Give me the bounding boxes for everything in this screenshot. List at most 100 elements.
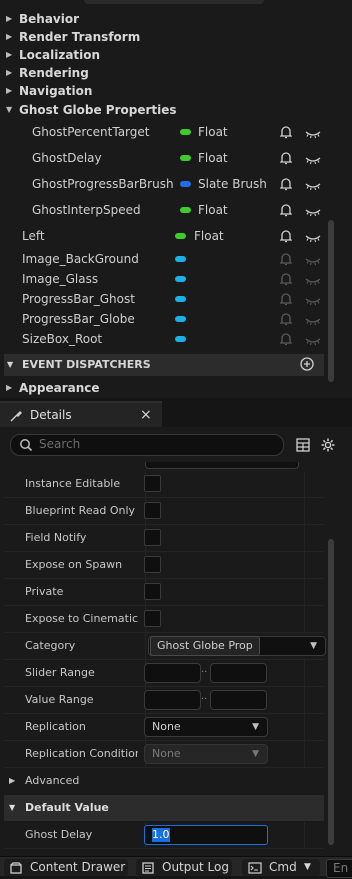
bell-icon[interactable] — [279, 332, 293, 346]
bell-icon[interactable] — [279, 177, 293, 191]
variable-name: GhostPercentTarget — [32, 125, 150, 139]
eye-closed-icon[interactable] — [305, 204, 321, 217]
checkbox[interactable] — [144, 529, 161, 546]
checkbox[interactable] — [144, 610, 161, 627]
variable-name: GhostProgressBarBrush — [32, 177, 174, 191]
eye-closed-icon[interactable] — [305, 152, 321, 165]
variable-row[interactable]: SizeBox_Root — [0, 329, 322, 349]
value-range-max[interactable] — [210, 690, 267, 710]
prop-row-expose-on-spawn: Expose on Spawn — [4, 552, 324, 579]
category-ghost-globe-properties[interactable]: ▼ Ghost Globe Properties — [0, 101, 322, 119]
default-value-section[interactable]: ▼ Default Value — [4, 795, 324, 821]
scrollbar-thumb[interactable] — [328, 220, 334, 382]
eye-closed-icon[interactable] — [305, 333, 321, 346]
bell-icon[interactable] — [279, 229, 293, 243]
eye-closed-icon[interactable] — [305, 293, 321, 306]
slider-range-max[interactable] — [210, 663, 267, 683]
checkbox[interactable] — [144, 502, 161, 519]
bell-icon[interactable] — [279, 292, 293, 306]
pin-type-icon — [175, 256, 186, 262]
prop-row-field-notify: Field Notify — [4, 525, 324, 552]
tab-strip-empty — [162, 401, 352, 427]
search-icon — [19, 438, 33, 452]
content-drawer-button[interactable]: Content Drawer — [4, 859, 128, 876]
category-label: Ghost Globe Properties — [19, 103, 177, 117]
chevron-right-icon: ▶ — [6, 14, 13, 23]
cmd-button[interactable]: Cmd ▼ — [242, 859, 320, 876]
checkbox[interactable] — [144, 556, 161, 573]
variable-row[interactable]: ProgressBar_Globe — [0, 309, 322, 329]
prop-row-expose-to-cinematics: Expose to Cinematics — [4, 606, 324, 633]
output-log-button[interactable]: Output Log — [136, 859, 232, 876]
category-appearance[interactable]: ▶ Appearance — [0, 379, 322, 397]
ghost-delay-input[interactable]: 1.0 — [144, 825, 268, 845]
replication-value: None — [152, 720, 181, 733]
gear-icon[interactable] — [320, 437, 336, 453]
category-label: Appearance — [19, 381, 100, 395]
prop-row-instance-editable: Instance Editable — [4, 471, 324, 498]
slider-range-min[interactable] — [144, 663, 201, 683]
variable-row[interactable]: Image_Glass — [0, 269, 322, 289]
variable-row[interactable]: Left Float — [0, 226, 322, 246]
eye-closed-icon[interactable] — [305, 253, 321, 266]
eye-closed-icon[interactable] — [305, 313, 321, 326]
console-input[interactable]: En — [326, 859, 352, 878]
variable-type: Slate Brush — [198, 177, 267, 191]
prop-label: Private — [25, 585, 64, 598]
chevron-down-icon: ▼ — [304, 862, 311, 872]
eye-closed-icon[interactable] — [305, 178, 321, 191]
variable-row[interactable]: GhostInterpSpeed Float — [0, 200, 322, 220]
event-dispatchers-header[interactable]: ▼ EVENT DISPATCHERS — [4, 354, 324, 376]
variable-row[interactable]: GhostDelay Float — [0, 148, 322, 168]
value-range-min[interactable] — [144, 690, 201, 710]
prop-label: Blueprint Read Only — [25, 504, 136, 517]
pin-type-icon — [180, 155, 191, 161]
category-render-transform[interactable]: ▶ Render Transform — [0, 28, 322, 46]
category-label: Navigation — [19, 84, 93, 98]
category-label: Localization — [19, 48, 101, 62]
variable-row[interactable]: ProgressBar_Ghost — [0, 289, 322, 309]
search-input[interactable]: Search — [10, 434, 284, 456]
bell-icon[interactable] — [279, 312, 293, 326]
prop-label: Instance Editable — [25, 477, 121, 490]
eye-closed-icon[interactable] — [305, 126, 321, 139]
pin-type-icon — [180, 181, 191, 187]
search-placeholder: Search — [39, 437, 81, 451]
variable-name: GhostDelay — [32, 151, 102, 165]
close-icon[interactable]: × — [140, 407, 152, 423]
add-plus-icon[interactable] — [300, 357, 314, 371]
bell-icon[interactable] — [279, 252, 293, 266]
category-navigation[interactable]: ▶ Navigation — [0, 82, 322, 100]
details-tab[interactable]: Details × — [0, 401, 162, 429]
prop-label: Replication — [25, 720, 86, 733]
replication-condition-dropdown[interactable]: None ▼ — [144, 744, 268, 764]
category-label: Rendering — [19, 66, 89, 80]
search-box-cropped[interactable] — [84, 0, 264, 4]
prop-label: Category — [25, 639, 76, 652]
chevron-down-icon[interactable]: ▼ — [310, 637, 317, 655]
prop-label: Field Notify — [25, 531, 87, 544]
checkbox[interactable] — [144, 475, 161, 492]
table-view-icon[interactable] — [296, 438, 310, 452]
variable-row[interactable]: Image_BackGround — [0, 249, 322, 269]
category-behavior[interactable]: ▶ Behavior — [0, 10, 322, 28]
checkbox[interactable] — [144, 583, 161, 600]
variable-row[interactable]: GhostPercentTarget Float — [0, 122, 322, 142]
category-rendering[interactable]: ▶ Rendering — [0, 64, 322, 82]
bell-icon[interactable] — [279, 203, 293, 217]
prop-label: Value Range — [25, 693, 94, 706]
console-placeholder: En — [333, 861, 349, 875]
replication-dropdown[interactable]: None ▼ — [144, 717, 268, 737]
bell-icon[interactable] — [279, 272, 293, 286]
eye-closed-icon[interactable] — [305, 230, 321, 243]
variable-row[interactable]: GhostProgressBarBrush Slate Brush — [0, 174, 322, 194]
bell-icon[interactable] — [279, 125, 293, 139]
scrollbar-thumb[interactable] — [328, 539, 334, 845]
category-localization[interactable]: ▶ Localization — [0, 46, 322, 64]
variable-name-field-cropped[interactable] — [145, 462, 299, 469]
advanced-section[interactable]: ▶ Advanced — [4, 768, 324, 794]
variable-type: Float — [198, 203, 228, 217]
bell-icon[interactable] — [279, 151, 293, 165]
category-combo[interactable]: Ghost Globe Prop ▼ — [148, 636, 326, 656]
eye-closed-icon[interactable] — [305, 273, 321, 286]
